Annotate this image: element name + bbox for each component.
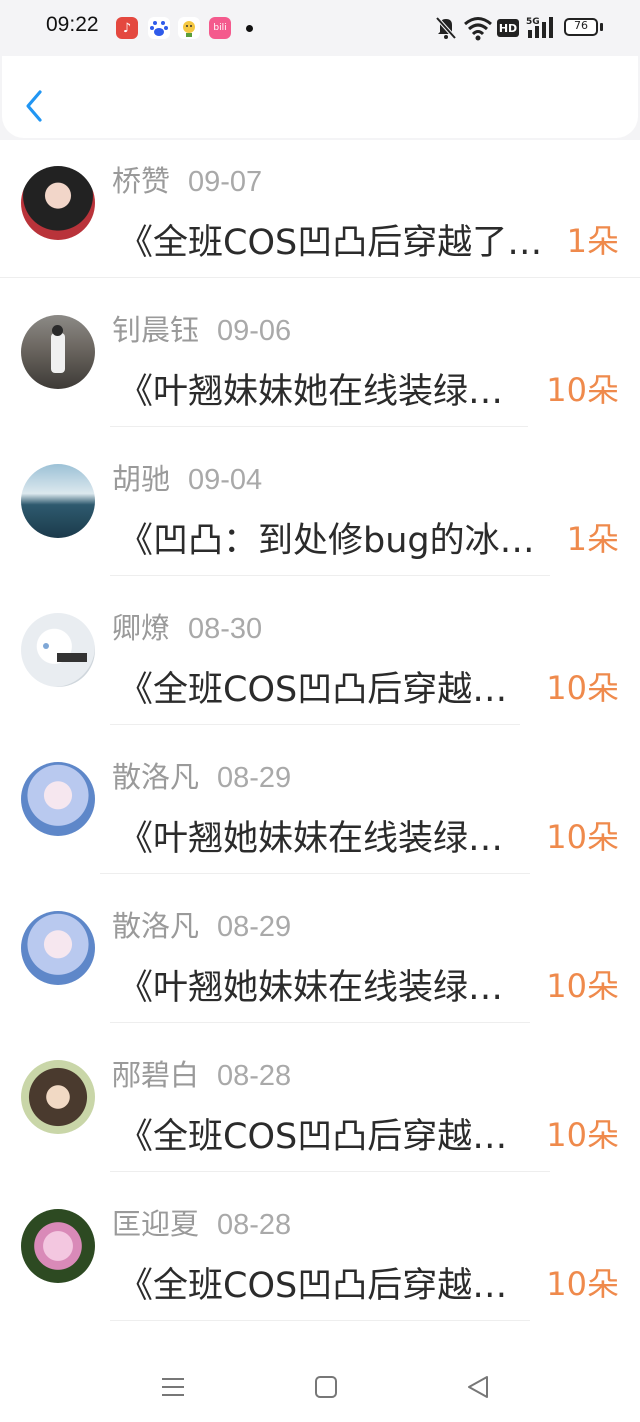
row-divider [110,575,550,576]
book-title: 《叶翘她妹妹在线装绿… [118,819,504,859]
flower-amount: 10朵 [546,669,619,707]
list-item[interactable]: 桥赞 09-07 《全班COS凹凸后穿越了… 1朵 [0,140,640,288]
list-item[interactable]: 胡驰 09-04 《凹凸：到处修bug的冰… 1朵 [0,438,640,586]
avatar [21,166,95,240]
user-name: 匡迎夏 [112,1207,200,1241]
status-bar: 09:22 ♪ bili HD 5G 76 [0,0,640,56]
row-divider [110,1320,530,1321]
user-name: 散洛凡 [112,909,200,943]
bilibili-app-icon: bili [209,17,231,39]
book-title: 《全班COS凹凸后穿越… [118,1266,508,1306]
home-square-icon[interactable] [313,1374,339,1404]
avatar [21,464,95,538]
avatar [21,1209,95,1283]
date-label: 09-07 [188,166,263,198]
header-bar [0,56,640,140]
menu-icon[interactable] [160,1374,186,1404]
row-divider [100,873,530,874]
user-name: 胡驰 [112,462,171,496]
hd-icon: HD [497,19,519,37]
book-title: 《叶翘她妹妹在线装绿… [118,968,504,1008]
flower-amount: 1朵 [566,520,619,558]
notification-dot-icon [246,25,253,32]
book-title: 《全班COS凹凸后穿越了… [118,223,543,263]
date-label: 08-28 [217,1209,292,1241]
header-card [2,56,638,138]
flower-amount: 10朵 [546,1116,619,1154]
date-label: 08-30 [188,613,263,645]
flower-amount: 10朵 [546,371,619,409]
system-nav-bar [0,1352,640,1422]
date-label: 09-06 [217,315,292,347]
chevron-left-icon [26,90,42,122]
flower-amount: 10朵 [546,967,619,1005]
mascot-app-icon [178,17,200,39]
list-item[interactable]: 匡迎夏 08-28 《全班COS凹凸后穿越… 10朵 [0,1183,640,1331]
avatar [21,911,95,985]
music-app-icon: ♪ [116,17,138,39]
row-divider [110,1022,530,1023]
flower-amount: 10朵 [546,1265,619,1303]
back-button[interactable] [22,86,52,126]
date-label: 08-29 [217,762,292,794]
list-item[interactable]: 邴碧白 08-28 《全班COS凹凸后穿越… 10朵 [0,1034,640,1182]
book-title: 《凹凸：到处修bug的冰… [118,521,535,561]
row-divider [110,724,520,725]
user-name: 桥赞 [112,164,171,198]
date-label: 09-04 [188,464,263,496]
user-name: 邴碧白 [112,1058,200,1092]
list-item[interactable]: 钊晨钰 09-06 《叶翘妹妹她在线装绿… 10朵 [0,289,640,437]
list-item[interactable]: 散洛凡 08-29 《叶翘她妹妹在线装绿… 10朵 [0,736,640,884]
date-label: 08-28 [217,1060,292,1092]
book-title: 《全班COS凹凸后穿越… [118,670,508,710]
baidu-app-icon [148,17,170,39]
row-divider [110,426,528,427]
status-time: 09:22 [46,13,99,36]
list-item[interactable]: 卿燎 08-30 《全班COS凹凸后穿越… 10朵 [0,587,640,735]
back-triangle-icon[interactable] [465,1373,491,1405]
user-name: 钊晨钰 [112,313,200,347]
book-title: 《叶翘妹妹她在线装绿… [118,372,504,412]
row-divider [0,277,640,278]
battery-level: 76 [574,19,588,32]
svg-text:5G: 5G [526,17,540,27]
mute-bell-icon [434,14,458,42]
row-divider [110,1171,550,1172]
date-label: 08-29 [217,911,292,943]
book-title: 《全班COS凹凸后穿越… [118,1117,508,1157]
user-name: 卿燎 [112,611,171,645]
flower-amount: 1朵 [566,222,619,260]
avatar [21,315,95,389]
signal-icon: 5G [526,14,556,42]
user-name: 散洛凡 [112,760,200,794]
list-item[interactable]: 散洛凡 08-29 《叶翘她妹妹在线装绿… 10朵 [0,885,640,1033]
avatar [21,613,95,687]
avatar [21,762,95,836]
flower-amount: 10朵 [546,818,619,856]
avatar [21,1060,95,1134]
wifi-icon [463,14,493,42]
